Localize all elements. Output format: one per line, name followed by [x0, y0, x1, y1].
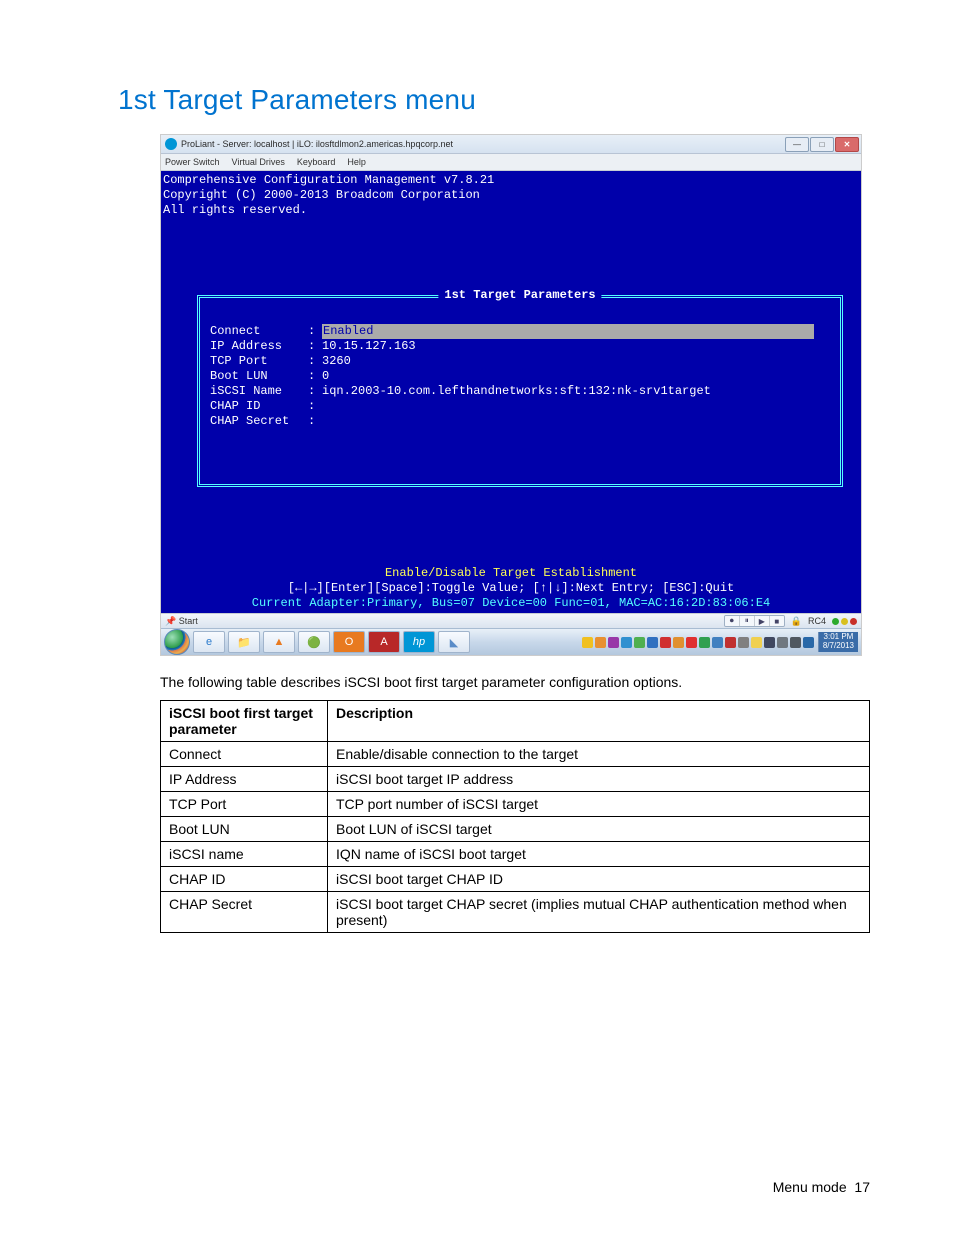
field-label: TCP Port — [210, 354, 308, 369]
table-row: IP Address iSCSI boot target IP address — [161, 767, 870, 792]
tray-icon[interactable] — [673, 637, 684, 648]
chrome-icon[interactable]: 🟢 — [298, 631, 330, 653]
console-header-3: All rights reserved. — [163, 203, 859, 218]
menu-help[interactable]: Help — [347, 157, 366, 167]
field-iscsi-name[interactable]: iSCSI Name : iqn.2003-10.com.lefthandnet… — [210, 384, 830, 399]
status-dots — [832, 618, 857, 625]
field-boot-lun[interactable]: Boot LUN : 0 — [210, 369, 830, 384]
console-header-1: Comprehensive Configuration Management v… — [163, 173, 859, 188]
playback-controls[interactable]: ⏺ ⏸ ▶ ■ — [724, 615, 785, 627]
adobe-icon[interactable]: A — [368, 631, 400, 653]
office-icon[interactable]: O — [333, 631, 365, 653]
table-row: CHAP Secret iSCSI boot target CHAP secre… — [161, 892, 870, 933]
tray-icon[interactable] — [699, 637, 710, 648]
tray-icon[interactable] — [634, 637, 645, 648]
console-hint-2: [←|→][Enter][Space]:Toggle Value; [↑|↓]:… — [161, 581, 861, 596]
tray-icon[interactable] — [777, 637, 788, 648]
tray-icon[interactable] — [608, 637, 619, 648]
field-value: 10.15.127.163 — [322, 339, 416, 354]
tray-icon[interactable] — [738, 637, 749, 648]
field-label: Connect — [210, 324, 308, 339]
play-icon[interactable]: ▶ — [755, 616, 770, 626]
maximize-button[interactable]: □ — [810, 137, 834, 152]
taskbar-clock[interactable]: 3:01 PM 8/7/2013 — [818, 632, 858, 652]
field-label: CHAP ID — [210, 399, 308, 414]
close-button[interactable]: ✕ — [835, 137, 859, 152]
window-title: ProLiant - Server: localhost | iLO: ilos… — [181, 139, 453, 149]
hp-icon — [165, 138, 177, 150]
field-value: 3260 — [322, 354, 351, 369]
ie-icon[interactable]: e — [193, 631, 225, 653]
parameters-table: iSCSI boot first target parameter Descri… — [160, 700, 870, 933]
record-icon[interactable]: ⏺ — [725, 616, 740, 626]
screenshot-figure: ProLiant - Server: localhost | iLO: ilos… — [160, 134, 862, 656]
frame-title: 1st Target Parameters — [438, 288, 601, 303]
field-value: Enabled — [322, 324, 814, 339]
console-hint-3: Current Adapter:Primary, Bus=07 Device=0… — [161, 596, 861, 611]
encryption-label: RC4 — [808, 616, 826, 626]
console-hint-1: Enable/Disable Target Establishment — [161, 566, 861, 581]
window-buttons: — □ ✕ — [785, 137, 859, 152]
tray-icon[interactable] — [621, 637, 632, 648]
field-connect[interactable]: Connect : Enabled — [210, 324, 830, 339]
table-row: Connect Enable/disable connection to the… — [161, 742, 870, 767]
pause-icon[interactable]: ⏸ — [740, 616, 755, 626]
page-footer: Menu mode 17 — [773, 1179, 870, 1195]
tray-icon[interactable] — [803, 637, 814, 648]
start-orb-icon[interactable] — [164, 629, 190, 655]
table-header: iSCSI boot first target parameter — [161, 701, 328, 742]
table-row: iSCSI name IQN name of iSCSI boot target — [161, 842, 870, 867]
field-value: 0 — [322, 369, 329, 384]
vlc-icon[interactable]: ▲ — [263, 631, 295, 653]
field-ip-address[interactable]: IP Address : 10.15.127.163 — [210, 339, 830, 354]
figure-caption: The following table describes iSCSI boot… — [160, 674, 870, 690]
tray-icon[interactable] — [751, 637, 762, 648]
ilo-statusbar: 📌 Start ⏺ ⏸ ▶ ■ 🔒 RC4 — [161, 613, 861, 628]
tray-icon[interactable] — [712, 637, 723, 648]
tray-icon[interactable] — [595, 637, 606, 648]
tray-icon[interactable] — [582, 637, 593, 648]
tray-icon[interactable] — [764, 637, 775, 648]
tray-icon[interactable] — [660, 637, 671, 648]
window-titlebar: ProLiant - Server: localhost | iLO: ilos… — [161, 135, 861, 154]
explorer-icon[interactable]: 📁 — [228, 631, 260, 653]
bios-console: Comprehensive Configuration Management v… — [161, 171, 861, 613]
table-row: CHAP ID iSCSI boot target CHAP ID — [161, 867, 870, 892]
field-label: iSCSI Name — [210, 384, 308, 399]
app-icon[interactable]: ◣ — [438, 631, 470, 653]
stop-icon[interactable]: ■ — [770, 616, 784, 626]
windows-taskbar: e 📁 ▲ 🟢 O A hp ◣ 3:01 PM — [161, 628, 861, 655]
menu-power-switch[interactable]: Power Switch — [165, 157, 220, 167]
hp-app-icon[interactable]: hp — [403, 631, 435, 653]
field-value: iqn.2003-10.com.lefthandnetworks:sft:132… — [322, 384, 711, 399]
console-header-2: Copyright (C) 2000-2013 Broadcom Corpora… — [163, 188, 859, 203]
field-label: CHAP Secret — [210, 414, 308, 429]
table-row: TCP Port TCP port number of iSCSI target — [161, 792, 870, 817]
tray-icon[interactable] — [725, 637, 736, 648]
menu-keyboard[interactable]: Keyboard — [297, 157, 336, 167]
start-label[interactable]: 📌 Start — [165, 616, 198, 627]
minimize-button[interactable]: — — [785, 137, 809, 152]
window-menubar: Power Switch Virtual Drives Keyboard Hel… — [161, 154, 861, 171]
target-params-frame: 1st Target Parameters Connect : Enabled … — [197, 295, 843, 487]
field-label: IP Address — [210, 339, 308, 354]
field-label: Boot LUN — [210, 369, 308, 384]
lock-icon: 🔒 — [791, 616, 802, 627]
system-tray: 3:01 PM 8/7/2013 — [582, 632, 858, 652]
tray-icon[interactable] — [647, 637, 658, 648]
tray-icon[interactable] — [686, 637, 697, 648]
field-chap-secret[interactable]: CHAP Secret : — [210, 414, 830, 429]
page-heading: 1st Target Parameters menu — [118, 84, 870, 116]
menu-virtual-drives[interactable]: Virtual Drives — [232, 157, 285, 167]
table-header: Description — [328, 701, 870, 742]
tray-icon[interactable] — [790, 637, 801, 648]
field-tcp-port[interactable]: TCP Port : 3260 — [210, 354, 830, 369]
console-footer: Enable/Disable Target Establishment [←|→… — [161, 566, 861, 611]
table-row: Boot LUN Boot LUN of iSCSI target — [161, 817, 870, 842]
field-chap-id[interactable]: CHAP ID : — [210, 399, 830, 414]
